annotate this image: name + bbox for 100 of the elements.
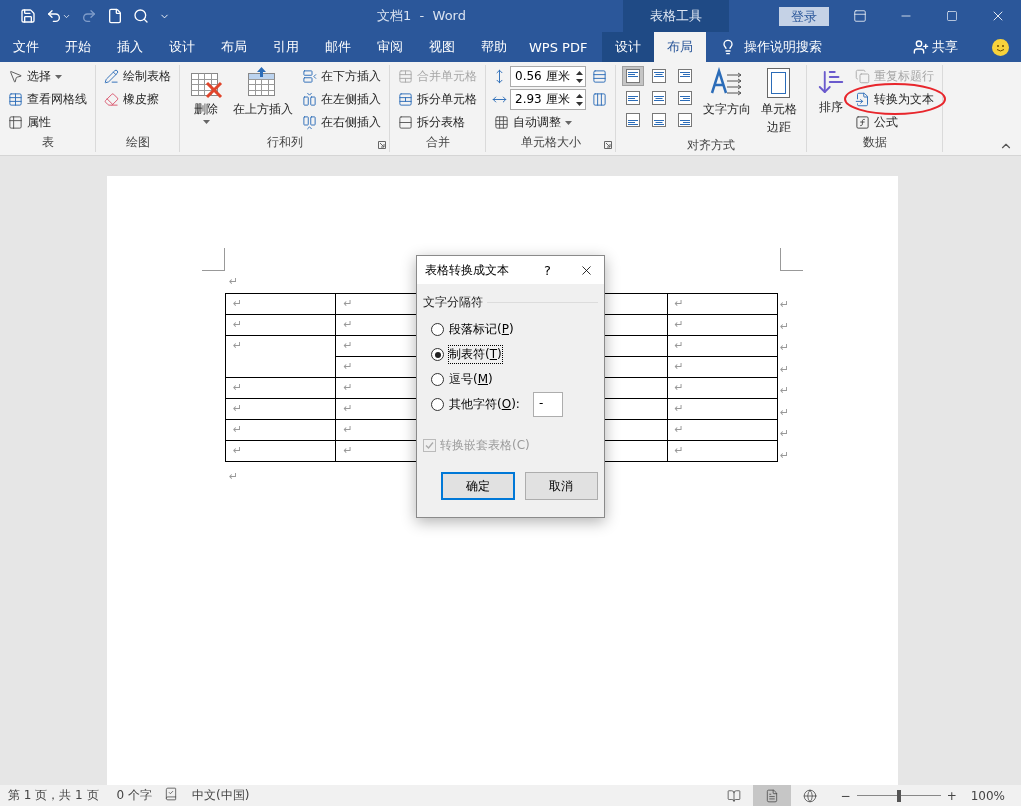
table-cell: ↵	[225, 398, 336, 420]
ribbon-button[interactable]: 自动调整	[492, 111, 586, 134]
group-label: 数据	[862, 135, 887, 149]
word-count[interactable]: 0 个字	[116, 787, 152, 804]
align-icon	[652, 113, 666, 127]
eraser-icon	[104, 92, 119, 107]
dialog-button[interactable]: 确定	[441, 472, 515, 500]
row-end-mark: ↵	[780, 297, 790, 313]
distribute-columns-icon[interactable]	[592, 92, 607, 107]
radio-button[interactable]	[431, 373, 444, 386]
ribbon-tab[interactable]: 设计	[602, 32, 655, 62]
ribbon-button[interactable]: 在上方插入	[230, 65, 296, 119]
check-icon	[425, 441, 434, 450]
input-field[interactable]: -	[532, 392, 563, 417]
spin-arrows-icon	[576, 69, 583, 84]
view-button[interactable]	[752, 785, 791, 806]
row-end-mark: ↵	[780, 383, 790, 399]
properties-icon	[8, 115, 23, 130]
ribbon-tab[interactable]: 开始	[52, 32, 104, 62]
redo-icon[interactable]	[81, 8, 97, 24]
table-cell: ↵	[225, 314, 336, 336]
ribbon-button[interactable]: 查看网格线	[6, 88, 89, 111]
sign-in-button[interactable]: 登录	[779, 7, 829, 26]
size-spinner[interactable]: 2.93 厘米	[510, 89, 586, 110]
convert-icon	[855, 92, 870, 107]
merge-cells-icon	[398, 69, 413, 84]
ribbon-button[interactable]: 删除	[186, 65, 226, 126]
table-cell: ↵	[667, 356, 778, 378]
page-count[interactable]: 第 1 页，共 1 页	[8, 787, 99, 804]
undo-icon[interactable]	[46, 8, 71, 24]
radio-button[interactable]	[431, 348, 444, 361]
ribbon-button[interactable]: 文字方向	[700, 65, 754, 119]
help-button[interactable]: ?	[544, 262, 568, 278]
table-cell: ↵	[225, 419, 336, 441]
ribbon-tab[interactable]: 文件	[0, 32, 52, 62]
ribbon-tab[interactable]: 审阅	[364, 32, 416, 62]
ribbon-button[interactable]: 在下方插入	[300, 65, 383, 88]
ribbon-button[interactable]: 选择	[6, 65, 89, 88]
ribbon-button[interactable]: 在右侧插入	[300, 111, 383, 134]
autofit-icon	[494, 115, 509, 130]
spin-arrows-icon	[576, 92, 583, 107]
group-label: 对齐方式	[687, 138, 735, 152]
launcher-icon[interactable]	[604, 141, 612, 149]
radio-button[interactable]	[431, 398, 444, 411]
ribbon-tab[interactable]: 设计	[156, 32, 208, 62]
ribbon-tab[interactable]: 邮件	[312, 32, 364, 62]
distribute-rows-icon[interactable]	[592, 69, 607, 84]
new-document-icon[interactable]	[107, 8, 123, 24]
ribbon-button[interactable]: 拆分单元格	[396, 88, 479, 111]
dialog-button[interactable]: 取消	[524, 472, 598, 500]
option-label: 其他字符(O):	[448, 396, 521, 413]
zoom-out-button[interactable]: −	[840, 788, 851, 803]
split-table-icon	[398, 115, 413, 130]
ribbon-tab[interactable]: 视图	[416, 32, 468, 62]
ribbon-button[interactable]: 单元格 边距	[758, 65, 800, 137]
zoom-thumb[interactable]	[896, 789, 901, 802]
radio-button[interactable]	[431, 323, 444, 336]
smiley-icon[interactable]	[992, 38, 1009, 56]
zoom-in-button[interactable]: +	[946, 788, 957, 803]
language-indicator[interactable]: 中文(中国)	[192, 787, 250, 804]
ribbon-tab[interactable]: WPS PDF	[520, 32, 597, 62]
zoom-level[interactable]: 100%	[970, 788, 1005, 803]
globe-icon	[802, 788, 817, 803]
row-end-mark: ↵	[780, 340, 790, 356]
ribbon-button[interactable]: 拆分表格	[396, 111, 479, 134]
tell-me-search[interactable]: 操作说明搜索	[744, 38, 823, 56]
row-end-mark: ↵	[780, 318, 790, 335]
share-button[interactable]: 共享	[913, 32, 958, 62]
insert-below-icon	[302, 69, 317, 84]
ribbon-button[interactable]: 在左侧插入	[300, 88, 383, 111]
search-icon[interactable]	[133, 8, 149, 24]
ribbon-tab[interactable]: 布局	[208, 32, 260, 62]
align-icon	[652, 69, 666, 83]
ribbon-button[interactable]: 绘制表格	[102, 65, 173, 88]
group-label: 行和列	[266, 135, 303, 149]
table-cell: ↵	[225, 293, 336, 315]
align-icon	[626, 113, 640, 127]
option-label: 逗号(M)	[448, 371, 494, 388]
ribbon-button[interactable]: 公式	[853, 111, 936, 134]
size-spinner[interactable]: 0.56 厘米	[510, 66, 586, 87]
ribbon-tab[interactable]: 布局	[654, 32, 707, 62]
ribbon-tab[interactable]: 引用	[260, 32, 312, 62]
ribbon-button[interactable]: 属性	[6, 111, 89, 134]
table-cell: ↵	[667, 419, 778, 441]
group-label: 单元格大小	[520, 135, 581, 149]
align-button[interactable]	[622, 66, 644, 86]
person-icon	[913, 39, 929, 55]
ribbon-button[interactable]: 橡皮擦	[102, 88, 173, 111]
option-label: 制表符(T)	[448, 345, 503, 364]
row-end-mark: ↵	[780, 404, 790, 421]
proofing-icon[interactable]	[164, 787, 178, 801]
pointer-icon	[8, 69, 23, 84]
ribbon-tab[interactable]: 插入	[104, 32, 156, 62]
ribbon-tab[interactable]: 帮助	[468, 32, 520, 62]
ribbon-button[interactable]: 排序	[813, 65, 849, 117]
row-end-mark: ↵	[780, 426, 790, 442]
align-icon	[652, 91, 666, 105]
launcher-icon[interactable]	[378, 141, 386, 149]
table-cell: ↵	[667, 440, 778, 462]
save-icon[interactable]	[20, 8, 36, 24]
